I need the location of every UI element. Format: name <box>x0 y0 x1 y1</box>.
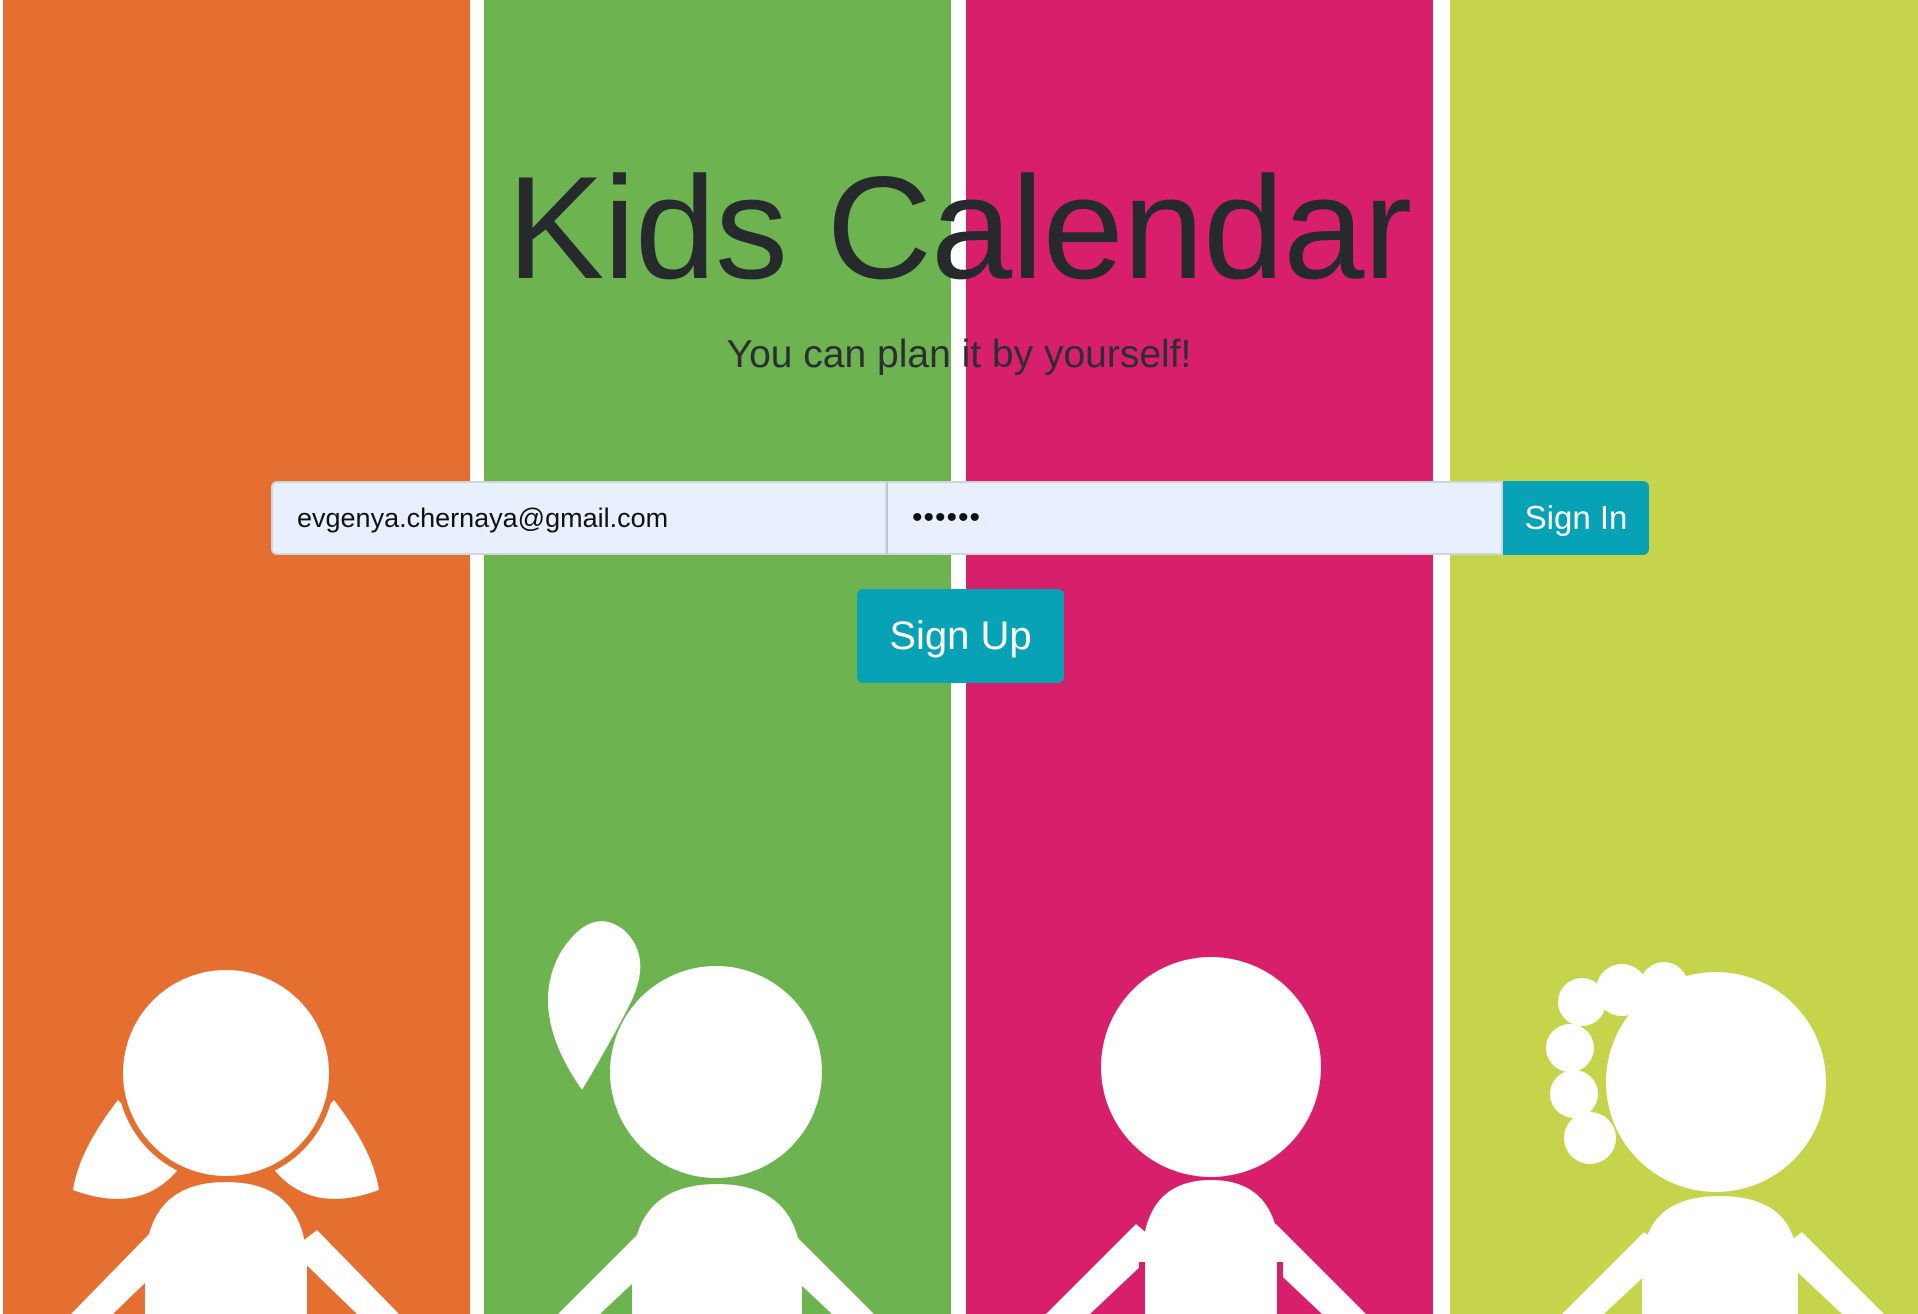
page-subtitle: You can plan it by yourself! <box>726 333 1192 376</box>
email-field[interactable] <box>271 481 887 555</box>
page-background: Kids Calendar You can plan it by yoursel… <box>0 0 1918 1314</box>
sign-in-button[interactable]: Sign In <box>1503 481 1649 555</box>
login-form: Sign In <box>271 481 1649 555</box>
page-title: Kids Calendar <box>506 146 1412 309</box>
password-field[interactable] <box>887 481 1503 555</box>
sign-up-button[interactable]: Sign Up <box>857 589 1064 683</box>
